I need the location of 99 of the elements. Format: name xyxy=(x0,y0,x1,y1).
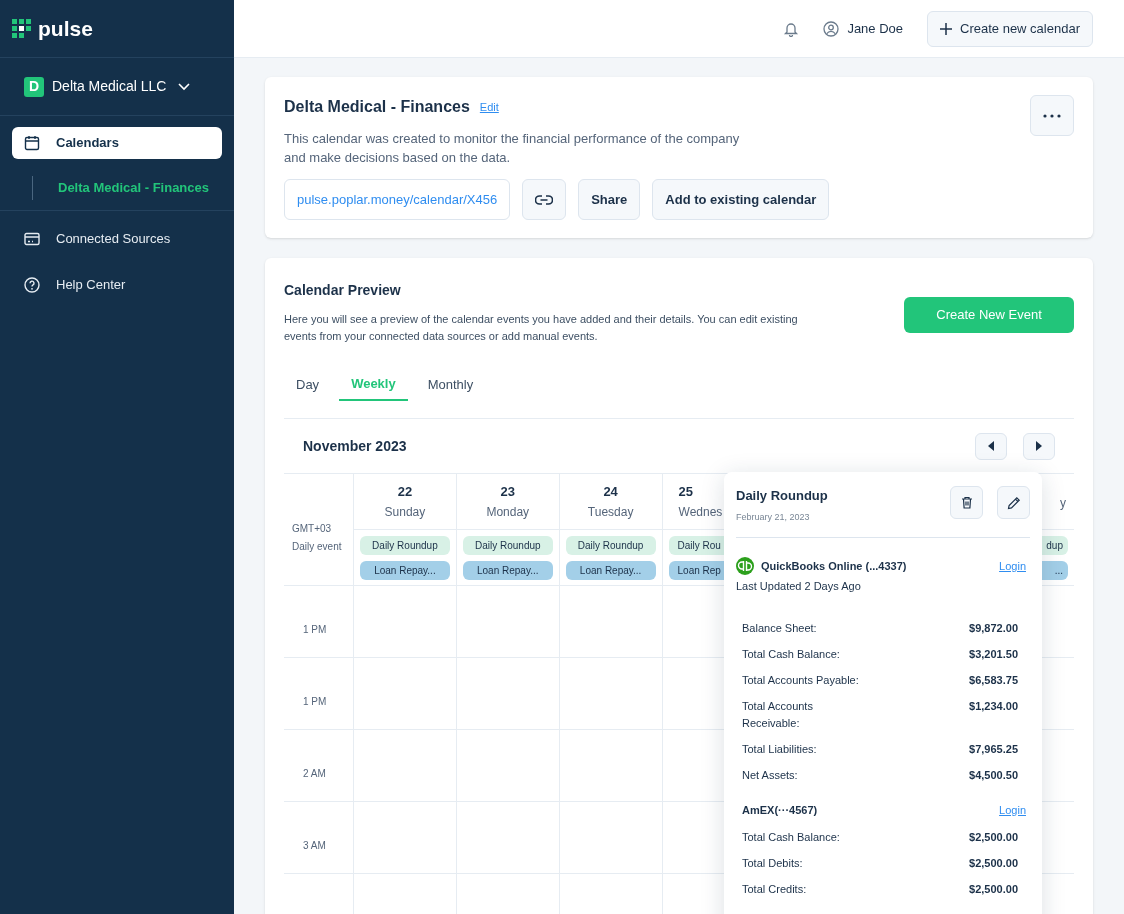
login-link[interactable]: Login xyxy=(999,801,1030,818)
time-slot[interactable] xyxy=(456,586,560,658)
time-slot[interactable] xyxy=(559,730,663,802)
card-icon xyxy=(24,232,40,246)
source-name: QuickBooks Online (...4337) xyxy=(761,558,907,574)
metric-label: Total Accounts Payable: xyxy=(742,672,860,688)
metric-label: Total Liabilities: xyxy=(742,741,818,757)
time-label: 1 PM xyxy=(303,624,327,635)
plus-icon xyxy=(940,22,953,35)
metric-value: $4,500.50 xyxy=(969,767,1018,783)
link-icon xyxy=(535,194,554,205)
day-name: Monday xyxy=(486,504,530,522)
event-chip[interactable]: Daily Roundup xyxy=(360,535,450,555)
bell-icon[interactable] xyxy=(783,20,800,37)
trash-icon xyxy=(960,496,973,509)
edit-link[interactable]: Edit xyxy=(479,98,499,116)
time-label: 3 AM xyxy=(303,840,326,851)
sidebar-item[interactable]: Help Center xyxy=(12,269,222,301)
next-button[interactable] xyxy=(1023,432,1055,460)
time-label: 2 AM xyxy=(303,768,326,779)
event-chip[interactable]: Loan Repay... xyxy=(565,560,656,580)
metric-value: $7,965.25 xyxy=(969,741,1018,757)
brand-name: pulse xyxy=(38,15,93,42)
time-slot[interactable] xyxy=(456,658,560,730)
event-chip[interactable]: Loan Repay... xyxy=(462,560,553,580)
metric-label: Total Debits: xyxy=(742,856,804,871)
time-slot[interactable] xyxy=(354,658,457,730)
time-label: 1 PM xyxy=(303,696,327,707)
delete-button[interactable] xyxy=(950,486,983,519)
metric-value: $2,500.00 xyxy=(969,882,1018,897)
popover-date: February 21, 2023 xyxy=(736,510,811,524)
time-slot[interactable] xyxy=(354,730,457,802)
time-slot[interactable] xyxy=(559,658,663,730)
share-button[interactable]: Share xyxy=(578,179,641,220)
day-number: 22 xyxy=(397,482,413,501)
preview-description: Here you will see a preview of the calendar events you have added and their details. You can edit existing events from your connected data sources or add manual events. xyxy=(284,312,799,344)
day-name: Tuesday xyxy=(587,504,634,522)
metric-label: Total Accounts Receivable: xyxy=(742,698,814,731)
day-number: 25 xyxy=(678,482,694,501)
left-triangle-icon xyxy=(988,441,994,451)
day-number: 24 xyxy=(603,482,618,501)
create-calendar-button[interactable]: Create new calendar xyxy=(927,10,1093,47)
time-slot[interactable] xyxy=(456,730,560,802)
sidebar-item[interactable]: Calendars xyxy=(12,127,222,159)
help-icon xyxy=(24,277,40,293)
chevron-down-icon xyxy=(178,82,191,91)
login-link[interactable]: Login xyxy=(999,557,1030,575)
view-tab[interactable]: Day xyxy=(284,369,332,401)
metric-label: Net Assets: xyxy=(742,767,799,783)
view-tab[interactable]: Monthly xyxy=(415,369,486,401)
time-slot[interactable] xyxy=(559,802,663,874)
quickbooks-logo-icon xyxy=(736,557,754,575)
pencil-icon xyxy=(1006,495,1021,510)
day-number: 23 xyxy=(500,482,515,501)
day-name: y xyxy=(1060,494,1066,512)
metric-label: Total Credits: xyxy=(742,882,808,897)
metric-label: Total Cash Balance: xyxy=(742,830,841,845)
time-slot[interactable] xyxy=(354,586,457,658)
popover-title: Daily Roundup xyxy=(736,487,828,505)
month-label: November 2023 xyxy=(303,436,407,456)
sidebar-subitem[interactable]: Delta Medical - Finances xyxy=(58,178,209,198)
metric-value: $2,500.00 xyxy=(969,856,1018,871)
timezone-label: GMT+03 xyxy=(292,521,333,536)
preview-title: Calendar Preview xyxy=(284,281,402,300)
logo-icon xyxy=(12,18,32,39)
copy-link-button[interactable] xyxy=(522,179,567,220)
metric-value: $1,234.00 xyxy=(969,698,1018,714)
metric-value: $3,201.50 xyxy=(969,646,1018,662)
time-slot[interactable] xyxy=(456,802,560,874)
more-icon xyxy=(1043,113,1061,118)
day-name: Wednes xyxy=(678,504,723,522)
event-chip[interactable]: Daily Roundup xyxy=(462,535,553,555)
daily-event-label: Daily event xyxy=(292,539,343,554)
time-slot[interactable] xyxy=(559,586,663,658)
calendar-icon xyxy=(24,135,40,151)
calendar-title: Delta Medical - Finances xyxy=(284,97,470,117)
last-updated-text: Last Updated 2 Days Ago xyxy=(736,579,862,594)
edit-button[interactable] xyxy=(997,486,1030,519)
add-to-calendar-button[interactable]: Add to existing calendar xyxy=(652,179,830,220)
day-name: Sunday xyxy=(384,504,426,522)
metric-label: Balance Sheet: xyxy=(742,620,818,636)
more-button[interactable] xyxy=(1030,95,1074,136)
sidebar-item[interactable]: Connected Sources xyxy=(12,223,222,255)
right-triangle-icon xyxy=(1036,441,1042,451)
org-dropdown[interactable]: Delta Medical LLC xyxy=(52,76,191,97)
previous-button[interactable] xyxy=(975,432,1007,460)
source-name: AmEX(···4567) xyxy=(742,802,818,818)
event-chip[interactable]: Daily Roundup xyxy=(565,535,656,555)
metric-value: $9,872.00 xyxy=(969,620,1018,636)
org-badge: D xyxy=(24,76,44,97)
calendar-description: This calendar was created to monitor the financial performance of the company and make decisions based on the data. xyxy=(284,130,741,167)
metric-value: $2,500.00 xyxy=(969,830,1018,845)
metric-value: $6,583.75 xyxy=(969,672,1018,688)
user-icon xyxy=(823,20,840,37)
url-field[interactable]: pulse.poplar.money/calendar/X456 xyxy=(284,179,511,220)
event-chip[interactable]: Loan Repay... xyxy=(360,560,450,580)
metric-label: Total Cash Balance: xyxy=(742,646,841,662)
time-slot[interactable] xyxy=(354,802,457,874)
user-name[interactable]: Jane Doe xyxy=(847,18,904,39)
